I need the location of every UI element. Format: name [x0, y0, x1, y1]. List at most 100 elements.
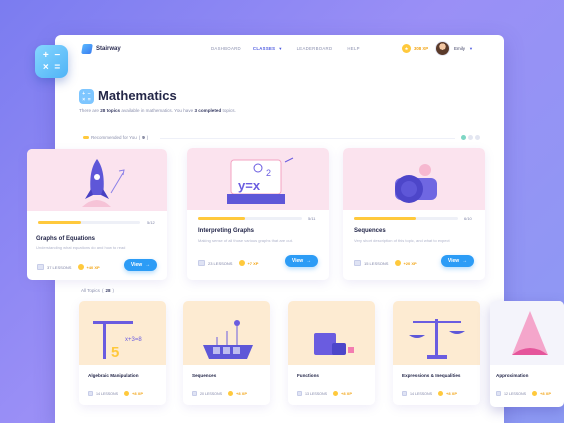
view-label: View: [447, 258, 460, 264]
main-nav: DASHBOARD CLASSES ▼ LEADERBOARD HELP: [211, 46, 360, 51]
crane-illustration: 5 x+3=8: [79, 301, 166, 365]
interpreting-graphs-illustration: y=x 2: [187, 148, 329, 210]
topic-meta: 13 LESSONS +8 XP: [297, 391, 352, 396]
coin-icon: [123, 391, 129, 396]
chevron-down-icon: ▼: [278, 46, 283, 51]
nav-dashboard[interactable]: DASHBOARD: [211, 46, 241, 51]
topic-meta: 14 LESSONS +8 XP: [88, 391, 143, 396]
progress-text: 5/11: [308, 216, 316, 221]
section-marker: [83, 136, 89, 139]
progress-fill: [38, 221, 81, 224]
math-app-icon: + − × =: [35, 45, 68, 78]
book-icon: [354, 260, 361, 266]
chevron-down-icon: ▼: [469, 46, 473, 51]
card-description: Making sense of all those various graphs…: [198, 238, 293, 243]
carousel-dot[interactable]: [468, 135, 473, 140]
book-icon: [297, 391, 302, 396]
divider: [160, 138, 455, 139]
card-description: Very short description of this topic, an…: [354, 238, 450, 243]
coin-icon: [239, 260, 246, 266]
coin-icon: [78, 264, 85, 270]
lessons-count: 12 LESSONS: [504, 391, 526, 396]
recommended-card[interactable]: 6/10 Sequences Very short description of…: [343, 148, 485, 280]
minus-glyph-icon: −: [54, 50, 61, 62]
coin-icon: [437, 391, 443, 396]
scale-illustration: [393, 301, 480, 365]
all-topics-label: All Topics: [81, 288, 100, 293]
progress-text: 6/10: [464, 216, 472, 221]
topic-title: Algebraic Manipulation: [88, 373, 139, 378]
carousel-dots: [461, 135, 480, 140]
arrow-right-icon: →: [306, 258, 312, 264]
card-description: Understanding what equations do and how …: [36, 245, 126, 250]
progress-fill: [354, 217, 417, 220]
xp-reward: +7 XP: [239, 260, 258, 266]
nav-classes[interactable]: CLASSES ▼: [253, 46, 283, 51]
lessons-count: 14 LESSONS: [410, 391, 432, 396]
book-icon: [192, 391, 197, 396]
recommended-count: 9: [142, 135, 145, 140]
math-subject-icon: + − × =: [79, 89, 94, 104]
xp-total: ★ 308 XP: [402, 44, 428, 53]
view-button[interactable]: View →: [285, 255, 318, 267]
header: Stairway DASHBOARD CLASSES ▼ LEADERBOARD …: [55, 35, 504, 63]
stairway-logo-icon: [81, 44, 93, 54]
topic-card[interactable]: 5 x+3=8 Algebraic Manipulation 14 LESSON…: [79, 301, 166, 405]
topic-card[interactable]: Expressions & Inequalities 14 LESSONS +8 …: [393, 301, 480, 405]
lessons-count: 13 LESSONS: [305, 391, 327, 396]
recommended-card[interactable]: y=x 2 5/11 Interpreting Graphs Making se…: [187, 148, 329, 280]
carousel-dot[interactable]: [461, 135, 466, 140]
xp-reward: +20 XP: [395, 260, 417, 266]
topic-meta: 14 LESSONS +8 XP: [402, 391, 457, 396]
coin-icon: [332, 391, 338, 396]
arrow-right-icon: →: [462, 258, 468, 264]
topic-card[interactable]: Approximation 12 LESSONS +8 XP: [490, 301, 564, 407]
card-title: Interpreting Graphs: [198, 228, 255, 234]
lessons-count: 37 LESSONS: [47, 264, 72, 270]
progress-text: 5/12: [147, 220, 155, 225]
coin-icon: [227, 391, 233, 396]
card-title: Graphs of Equations: [36, 236, 96, 242]
all-topics-count: 28: [105, 288, 111, 293]
plants-illustration: [183, 301, 270, 365]
completed-count: 3 completed: [194, 108, 222, 113]
svg-text:5: 5: [111, 344, 119, 361]
topic-card[interactable]: Sequences 20 LESSONS +8 XP: [183, 301, 270, 405]
book-icon: [402, 391, 407, 396]
xp-value: +8 XP: [539, 391, 551, 396]
progress-fill: [198, 217, 245, 220]
lessons-count: 23 LESSONS: [208, 260, 233, 266]
xp-value: +8 XP: [131, 391, 143, 396]
plus-glyph-icon: +: [42, 50, 49, 62]
card-meta: 15 LESSONS +20 XP: [354, 260, 417, 266]
summary-mid: available in mathematics. You have: [121, 108, 194, 113]
nav-help[interactable]: HELP: [347, 46, 359, 51]
app-name: Stairway: [96, 46, 121, 52]
topic-card[interactable]: Functions 13 LESSONS +8 XP: [288, 301, 375, 405]
topic-title: Expressions & Inequalities: [402, 373, 461, 378]
lessons-count: 20 LESSONS: [200, 391, 222, 396]
summary-prefix: There are: [79, 108, 99, 113]
sequences-illustration: [343, 148, 485, 210]
book-icon: [37, 264, 44, 270]
lessons-count: 15 LESSONS: [364, 260, 389, 266]
carousel-dot[interactable]: [475, 135, 480, 140]
user-menu[interactable]: Emily ▼: [435, 41, 473, 56]
equals-glyph-icon: =: [54, 61, 61, 73]
view-button[interactable]: View →: [124, 259, 157, 271]
nav-classes-label: CLASSES: [252, 46, 276, 51]
coin-icon: [395, 260, 402, 266]
svg-text:x+3=8: x+3=8: [125, 337, 142, 343]
logo[interactable]: Stairway: [81, 44, 121, 54]
view-button[interactable]: View →: [441, 255, 474, 267]
xp-value: +8 XP: [445, 391, 457, 396]
book-icon: [496, 391, 501, 396]
nav-leaderboard[interactable]: LEADERBOARD: [297, 46, 333, 51]
approximation-illustration: [490, 301, 564, 365]
topic-title: Approximation: [496, 373, 529, 378]
recommended-heading: Recommended for You (9): [91, 135, 149, 140]
card-title: Sequences: [354, 228, 386, 234]
book-icon: [88, 391, 93, 396]
times-glyph-icon: ×: [42, 61, 49, 73]
recommended-card[interactable]: 5/12 Graphs of Equations Understanding w…: [27, 149, 167, 280]
